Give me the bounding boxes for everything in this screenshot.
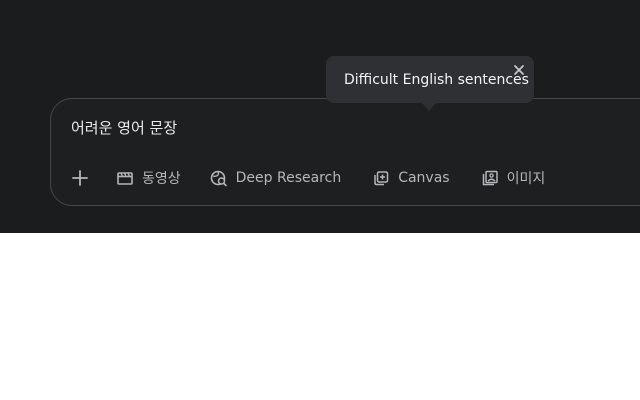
prompt-toolbar: 동영상 Deep Research Canvas 이미지 bbox=[67, 163, 545, 193]
plus-icon bbox=[72, 170, 88, 186]
canvas-button[interactable]: Canvas bbox=[371, 163, 450, 193]
video-clapper-icon bbox=[115, 168, 135, 188]
image-button[interactable]: 이미지 bbox=[480, 163, 546, 193]
app-background: 어려운 영어 문장 동영상 Deep Research Canvas 이미지 D… bbox=[0, 0, 640, 233]
close-icon[interactable] bbox=[513, 64, 525, 76]
prompt-input-text[interactable]: 어려운 영어 문장 bbox=[71, 117, 177, 138]
image-button-label: 이미지 bbox=[506, 171, 546, 187]
add-button[interactable] bbox=[67, 163, 93, 193]
canvas-button-label: Canvas bbox=[398, 170, 450, 186]
canvas-icon bbox=[371, 168, 391, 188]
video-button-label: 동영상 bbox=[142, 171, 181, 187]
tooltip-text: Difficult English sentences bbox=[344, 72, 529, 88]
tooltip-arrow bbox=[422, 103, 436, 111]
image-icon bbox=[480, 168, 500, 188]
prompt-input-box[interactable]: 어려운 영어 문장 동영상 Deep Research Canvas 이미지 bbox=[50, 98, 640, 206]
deep-research-button-label: Deep Research bbox=[235, 170, 342, 186]
tooltip: Difficult English sentences bbox=[326, 56, 534, 111]
deep-research-icon bbox=[209, 168, 229, 188]
video-button[interactable]: 동영상 bbox=[115, 163, 181, 193]
deep-research-button[interactable]: Deep Research bbox=[209, 163, 342, 193]
